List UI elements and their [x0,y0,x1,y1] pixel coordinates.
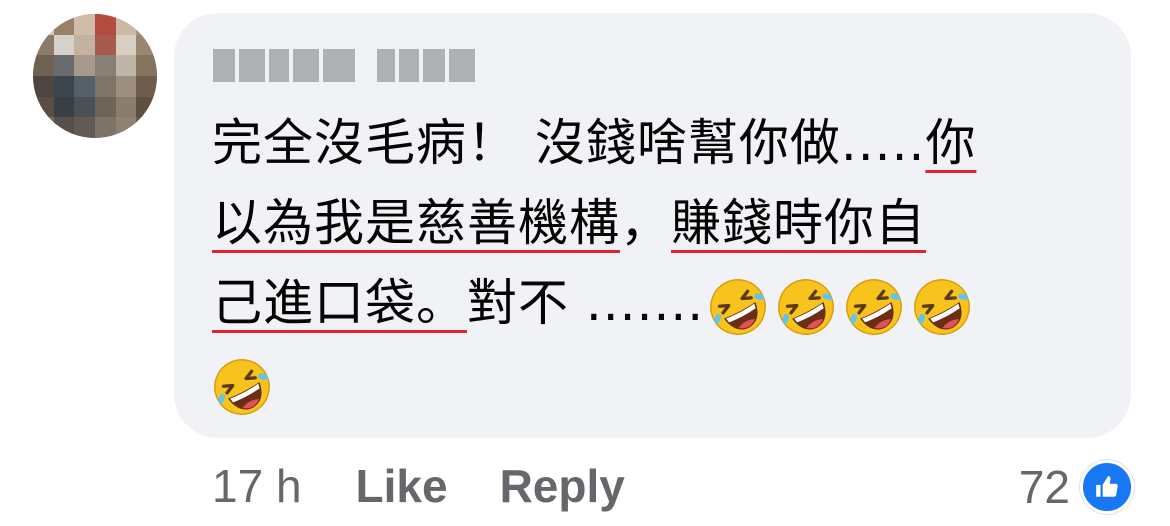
like-button[interactable]: Like [356,459,448,513]
comment-line-3: 己進口袋。對不 ....... [212,263,1092,343]
comment-line-4 [212,343,1092,423]
author-name-blurred[interactable] [213,47,475,84]
comment-text-segment: 完全沒毛病！ 沒錢啥幫你做..... [212,114,926,172]
comment-actions: 17 h Like Reply [212,456,677,516]
rolling-on-the-floor-laughing-icon [214,358,270,415]
comment-text-segment: ， [620,194,671,252]
author-name [213,47,214,48]
rolling-on-the-floor-laughing-icon [710,278,767,335]
rolling-on-the-floor-laughing-icon [778,278,835,335]
spellcheck-underline: 賺錢時你自 [671,194,926,252]
spellcheck-underline: 己進口袋。 [212,274,467,332]
reaction-summary[interactable]: 72 [1019,457,1134,517]
emoji-group [708,277,972,337]
comment-thread: 完全沒毛病！ 沒錢啥幫你做.....你 以為我是慈善機構，賺錢時你自 己進口袋。… [0,0,1170,526]
emoji-group [212,357,272,417]
rolling-on-the-floor-laughing-icon [846,278,903,335]
comment-line-1: 完全沒毛病！ 沒錢啥幫你做.....你 [212,103,1092,183]
avatar[interactable] [33,14,157,138]
comment-text: 完全沒毛病！ 沒錢啥幫你做.....你 以為我是慈善機構，賺錢時你自 己進口袋。… [212,103,1092,423]
spellcheck-underline: 以為我是慈善機構 [212,194,620,252]
comment-text-segment: 對不 ....... [467,274,705,332]
spellcheck-underline: 你 [925,114,977,172]
reaction-count: 72 [1018,461,1070,513]
thumbs-up-icon [1080,460,1134,514]
rolling-on-the-floor-laughing-icon [914,278,971,335]
comment-line-2: 以為我是慈善機構，賺錢時你自 [212,183,1092,263]
reply-button[interactable]: Reply [500,459,625,513]
timestamp[interactable]: 17 h [212,459,302,513]
